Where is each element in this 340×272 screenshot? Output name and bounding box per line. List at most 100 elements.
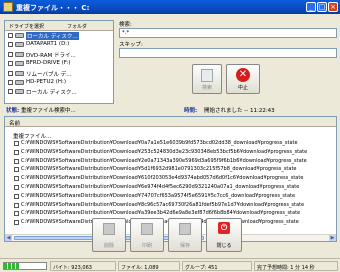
drive-checkbox[interactable] (8, 79, 13, 85)
files-count: ファイル: 1,089 (118, 261, 180, 271)
result-row[interactable]: C:¥WINDOWS¥SoftwareDistribution¥Download… (5, 148, 336, 157)
print-button-label: 印刷 (141, 243, 152, 249)
skip-label: スキップ: (119, 42, 143, 48)
drive-item[interactable]: リムーバブル デ... (5, 69, 113, 78)
drive-item[interactable]: DATAPART1 (D:) (5, 40, 113, 49)
bytes-count: バイト: 923,063 (50, 261, 116, 271)
search-button-label: 検索 (201, 85, 212, 91)
drive-label: DATAPART1 (D:) (26, 41, 70, 48)
search-label: 検索: (119, 22, 132, 28)
drive-label: リムーバブル デ... (26, 71, 72, 78)
search-status: 状態: 重複ファイル検索中... 時間: 開始されました -- 11:22:43 (6, 106, 336, 116)
drive-item[interactable]: BFRD-DRIVE (F:) (5, 59, 113, 68)
printer-icon (141, 223, 153, 235)
result-row[interactable]: C:¥WINDOWS¥SoftwareDistribution¥Download… (5, 192, 336, 201)
drive-item[interactable]: ローカル ディスク... (5, 87, 113, 96)
drive-label: DVD-RAM ドライ... (26, 52, 76, 59)
drive-list-header: ドライブを選択 フォルダ (5, 21, 113, 31)
result-checkbox[interactable] (14, 211, 19, 217)
progress-bar (3, 262, 47, 270)
file-path: C:¥WINDOWS¥SoftwareDistribution¥Download… (21, 183, 300, 190)
drive-label: ローカル ディスク... (26, 32, 79, 40)
power-icon: ⏻ (218, 222, 230, 234)
search-input[interactable]: *.* (119, 28, 337, 38)
drive-label: ローカル ディスク... (26, 90, 77, 97)
scroll-left-icon[interactable]: ◀ (5, 235, 12, 241)
time-key: 時間: (184, 108, 198, 114)
file-path: C:¥WINDOWS¥SoftwareDistribution¥Download… (21, 210, 301, 217)
result-checkbox[interactable] (14, 184, 19, 190)
result-checkbox[interactable] (14, 158, 19, 164)
close-button[interactable]: ⏻ 閉じる (206, 218, 242, 252)
drive-icon (15, 42, 24, 48)
drive-item[interactable]: DVD-RAM ドライ... (5, 50, 113, 59)
stop-button-label: 中止 (237, 85, 248, 91)
drive-checkbox[interactable] (8, 42, 13, 48)
drive-checkbox[interactable] (8, 33, 13, 38)
file-path: C:¥WINDOWS¥SoftwareDistribution¥Download… (21, 166, 297, 173)
save-button[interactable]: 保存 (168, 218, 202, 252)
result-checkbox[interactable] (14, 167, 19, 173)
result-row[interactable]: C:¥WINDOWS¥SoftwareDistribution¥Download… (5, 183, 336, 192)
result-row[interactable]: C:¥WINDOWS¥SoftwareDistribution¥Download… (5, 139, 336, 148)
drive-icon (15, 33, 24, 38)
state-value: 重複ファイル検索中... (20, 108, 76, 114)
status-bar: バイト: 923,063 ファイル: 1,089 グループ: 451 完了予想時… (0, 258, 340, 272)
eta-text: 完了予想時間: 1 分 14 秒 (254, 261, 338, 271)
window-title: 重複ファイル・・・ C: (16, 4, 90, 12)
drive-label: BFRD-DRIVE (F:) (26, 60, 71, 67)
result-row[interactable]: C:¥WINDOWS¥SoftwareDistribution¥Download… (5, 201, 336, 210)
drive-label: HD-PETU2 (H:) (26, 78, 67, 85)
result-checkbox[interactable] (14, 176, 19, 182)
drive-column-header[interactable]: ドライブを選択 (9, 23, 44, 30)
minimize-button[interactable]: _ (306, 2, 316, 12)
delete-icon (103, 223, 115, 235)
drive-icon (15, 61, 24, 67)
drive-icon (15, 51, 24, 57)
delete-button[interactable]: 削除 (92, 218, 126, 252)
file-path: C:¥WINDOWS¥SoftwareDistribution¥Download… (21, 192, 296, 199)
folder-column-header[interactable]: フォルダ (67, 23, 87, 30)
save-icon (179, 223, 191, 235)
drive-item[interactable]: HD-PETU2 (H:) (5, 78, 113, 87)
maximize-button[interactable]: □ (317, 2, 327, 12)
result-row[interactable]: C:¥WINDOWS¥SoftwareDistribution¥Download… (5, 209, 336, 218)
file-path: C:¥WINDOWS¥SoftwareDistribution¥Download… (21, 201, 305, 208)
name-column-header[interactable]: 名前 (5, 117, 336, 127)
duplicate-group-header: 重複ファイル... (13, 134, 52, 140)
result-row[interactable]: C:¥WINDOWS¥SoftwareDistribution¥Download… (5, 157, 336, 166)
document-search-icon (201, 69, 213, 82)
drive-checkbox[interactable] (8, 89, 13, 95)
result-row[interactable]: C:¥WINDOWS¥SoftwareDistribution¥Download… (5, 165, 336, 174)
app-icon (3, 2, 13, 12)
close-window-button[interactable]: × (328, 2, 338, 12)
file-path: C:¥WINDOWS¥SoftwareDistribution¥Download… (21, 140, 298, 146)
drive-list: ドライブを選択 フォルダ ローカル ディスク... DATAPART1 (D:) D… (4, 20, 114, 104)
result-checkbox[interactable] (14, 149, 19, 155)
close-button-label: 閉じる (216, 243, 232, 249)
drive-checkbox[interactable] (8, 70, 13, 76)
delete-button-label: 削除 (103, 243, 114, 249)
save-button-label: 保存 (179, 243, 190, 249)
drive-icon (15, 70, 24, 76)
scroll-right-icon[interactable]: ▶ (329, 235, 336, 241)
result-checkbox[interactable] (14, 193, 19, 199)
time-value: 開始されました -- 11:22:43 (204, 108, 275, 114)
search-button[interactable]: 検索 (192, 64, 222, 94)
state-key: 状態: (6, 108, 20, 114)
stop-button[interactable]: ✕ 中止 (226, 64, 260, 94)
skip-input[interactable] (119, 48, 337, 58)
groups-count: グループ: 451 (182, 261, 252, 271)
result-row[interactable]: C:¥WINDOWS¥SoftwareDistribution¥Download… (5, 174, 336, 183)
result-checkbox[interactable] (14, 202, 19, 208)
file-path: C:¥WINDOWS¥SoftwareDistribution¥Download… (21, 157, 307, 164)
drive-checkbox[interactable] (8, 61, 13, 67)
drive-item[interactable]: ローカル ディスク... (5, 31, 113, 40)
drive-checkbox[interactable] (8, 51, 13, 57)
drive-icon (15, 79, 24, 85)
stop-icon: ✕ (236, 68, 250, 82)
result-checkbox[interactable] (14, 220, 19, 226)
print-button[interactable]: 印刷 (130, 218, 164, 252)
result-checkbox[interactable] (14, 141, 19, 146)
drive-icon (15, 89, 24, 95)
